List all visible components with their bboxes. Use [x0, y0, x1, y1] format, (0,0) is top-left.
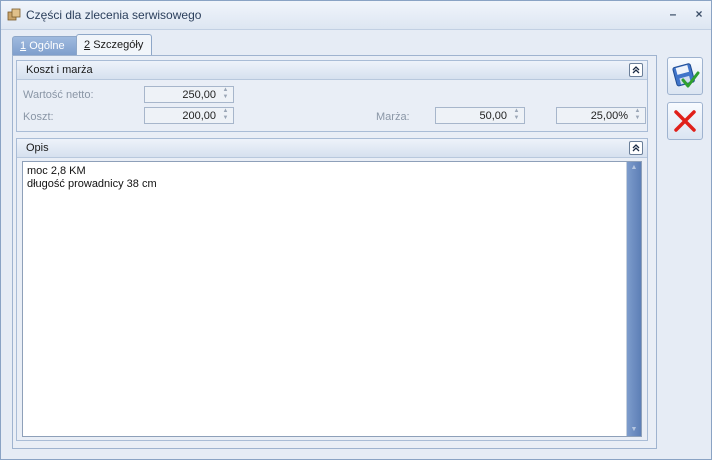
- cost-margin-group: Koszt i marża Wartość netto: 250,00 ▲ ▼ K…: [16, 60, 648, 132]
- close-button[interactable]: ×: [691, 7, 707, 21]
- tab-ogolne[interactable]: 1 Ogólne: [12, 36, 80, 56]
- tab-label: Ogólne: [29, 40, 65, 52]
- spin-down-icon[interactable]: ▼: [219, 115, 232, 122]
- margin-percent-field[interactable]: 25,00% ▲ ▼: [556, 107, 646, 124]
- save-disk-check-icon: [672, 63, 700, 88]
- spinner[interactable]: ▲ ▼: [219, 87, 232, 102]
- margin-label: Marża:: [376, 111, 410, 123]
- cost-label: Koszt:: [23, 111, 54, 123]
- chevron-double-up-icon: [632, 66, 640, 74]
- margin-percent-value: 25,00%: [590, 110, 628, 122]
- spin-up-icon[interactable]: ▲: [631, 108, 644, 115]
- margin-field[interactable]: 50,00 ▲ ▼: [435, 107, 525, 124]
- spin-down-icon[interactable]: ▼: [219, 94, 232, 101]
- spinner[interactable]: ▲ ▼: [510, 108, 523, 123]
- spin-up-icon[interactable]: ▲: [510, 108, 523, 115]
- cancel-x-icon: [674, 110, 696, 132]
- net-value-field[interactable]: 250,00 ▲ ▼: [144, 86, 234, 103]
- cost-value: 200,00: [182, 110, 216, 122]
- description-line: moc 2,8 KM: [27, 165, 86, 177]
- tab-label: Szczegóły: [93, 39, 144, 51]
- net-value: 250,00: [182, 89, 216, 101]
- minimize-button[interactable]: –: [665, 7, 681, 21]
- scrollbar-thumb[interactable]: [627, 162, 641, 436]
- group-title: Koszt i marża: [26, 64, 93, 76]
- group-header: Opis: [17, 139, 647, 158]
- parts-box-icon: [7, 8, 21, 21]
- chevron-double-up-icon: [632, 144, 640, 152]
- scroll-up-icon[interactable]: ▲: [627, 163, 641, 173]
- vertical-scrollbar[interactable]: ▲ ▼: [626, 162, 641, 436]
- spinner[interactable]: ▲ ▼: [219, 108, 232, 123]
- group-title: Opis: [26, 142, 49, 154]
- title-bar: Części dla zlecenia serwisowego – ×: [1, 1, 711, 30]
- collapse-button[interactable]: [629, 63, 643, 77]
- spin-down-icon[interactable]: ▼: [510, 115, 523, 122]
- dialog-window: Części dla zlecenia serwisowego – × 1 Og…: [0, 0, 712, 460]
- scroll-down-icon[interactable]: ▼: [627, 425, 641, 435]
- tab-hotkey: 1: [20, 40, 27, 52]
- description-line: długość prowadnicy 38 cm: [27, 178, 157, 190]
- tab-hotkey: 2: [84, 39, 91, 51]
- tab-szczegoly[interactable]: 2 Szczegóły: [76, 34, 152, 56]
- spin-up-icon[interactable]: ▲: [219, 87, 232, 94]
- description-group: Opis moc 2,8 KM długość prowadnicy 38 cm…: [16, 138, 648, 441]
- collapse-button[interactable]: [629, 141, 643, 155]
- cancel-button[interactable]: [667, 102, 703, 140]
- net-value-label: Wartość netto:: [23, 89, 94, 101]
- spin-up-icon[interactable]: ▲: [219, 108, 232, 115]
- window-title: Części dla zlecenia serwisowego: [26, 8, 202, 22]
- group-header: Koszt i marża: [17, 61, 647, 80]
- spinner[interactable]: ▲ ▼: [631, 108, 644, 123]
- cost-field[interactable]: 200,00 ▲ ▼: [144, 107, 234, 124]
- spin-down-icon[interactable]: ▼: [631, 115, 644, 122]
- description-textarea[interactable]: moc 2,8 KM długość prowadnicy 38 cm ▲ ▼: [22, 161, 642, 437]
- save-button[interactable]: [667, 57, 703, 95]
- margin-value: 50,00: [479, 110, 507, 122]
